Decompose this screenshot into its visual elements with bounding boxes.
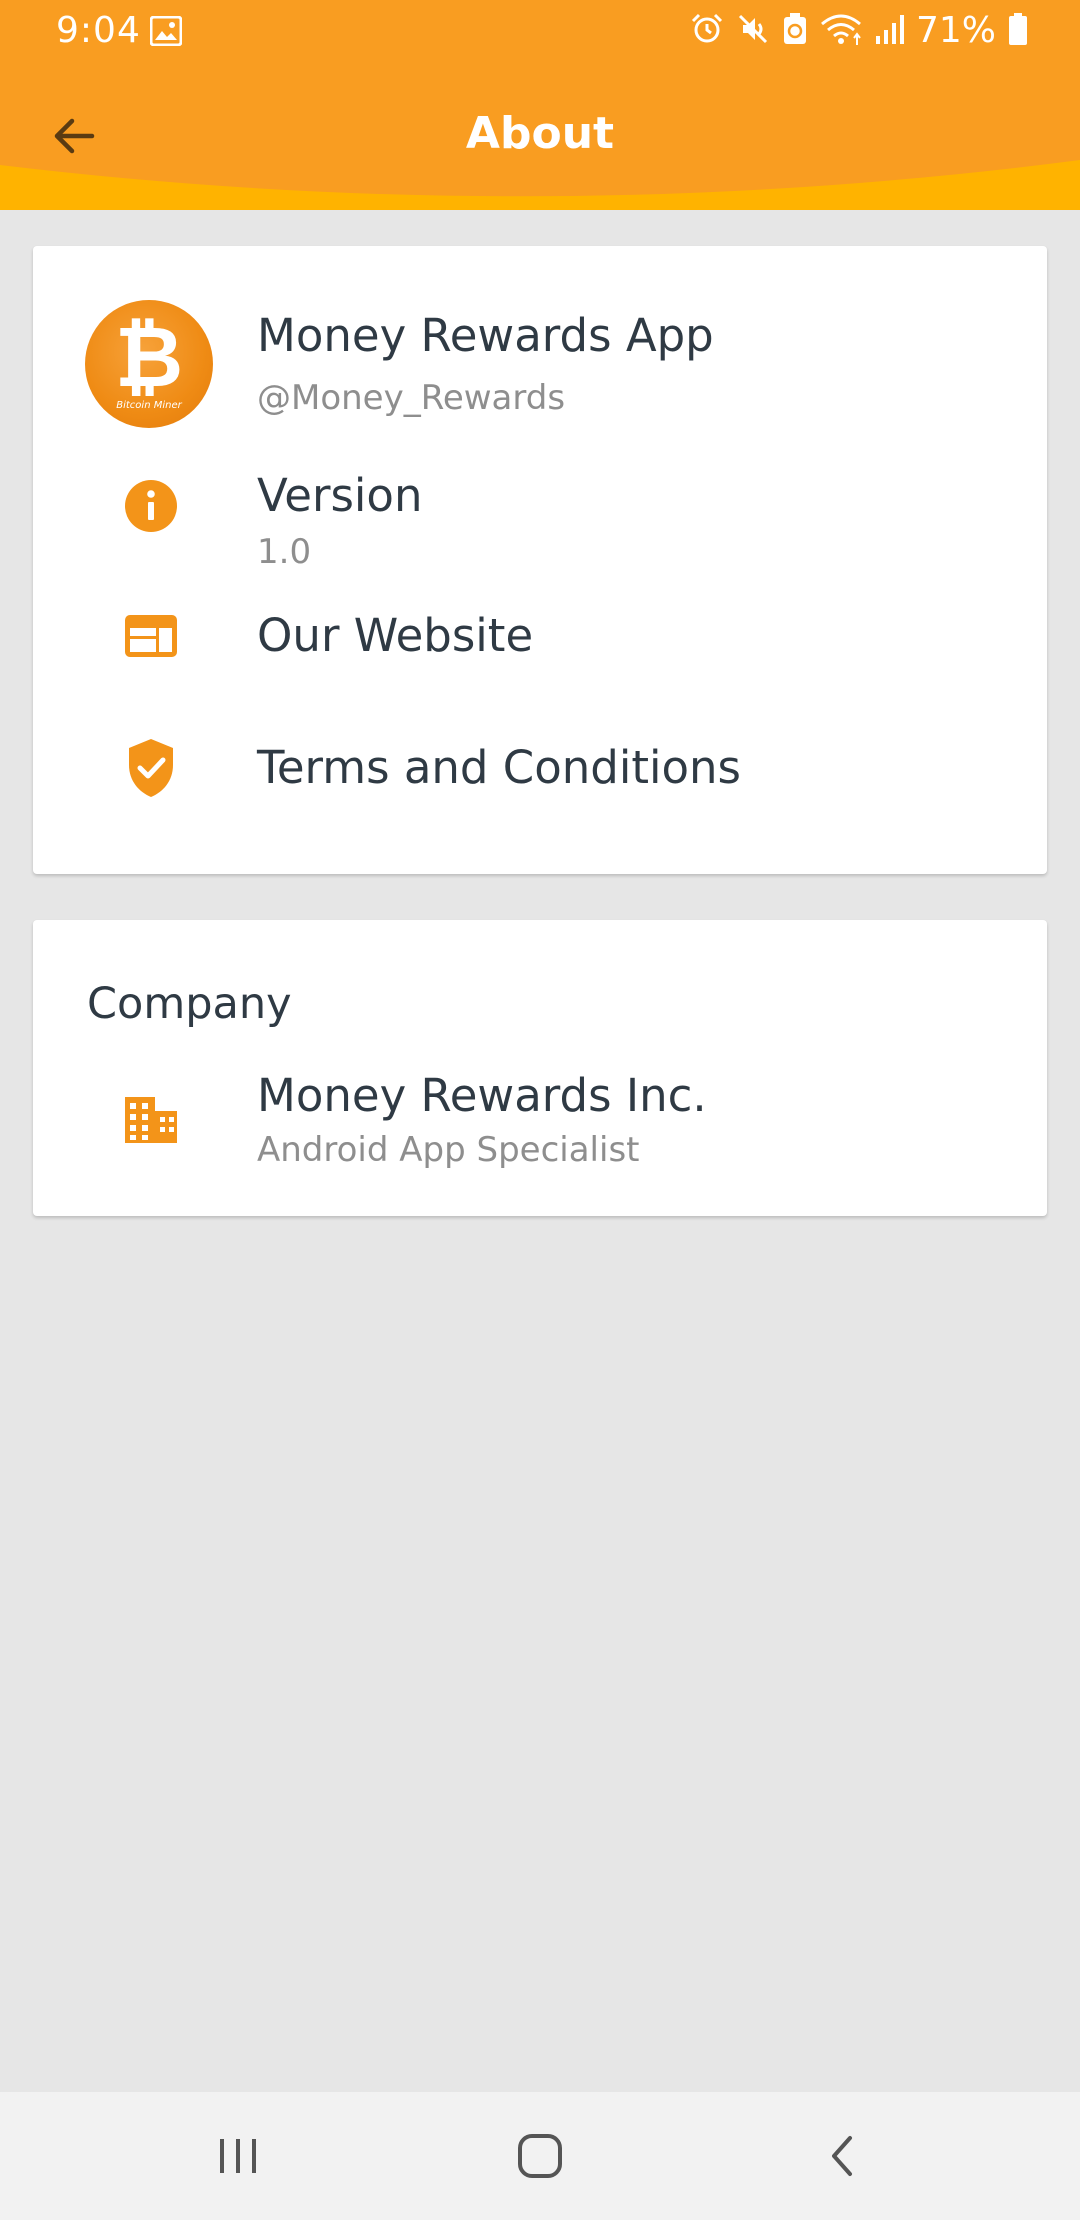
battery-percent: 71% — [915, 10, 996, 51]
nav-back-button[interactable] — [782, 2116, 902, 2196]
recents-button[interactable] — [178, 2116, 298, 2196]
home-button[interactable] — [480, 2116, 600, 2196]
app-name: Money Rewards App — [257, 309, 714, 362]
terms-label: Terms and Conditions — [257, 741, 741, 794]
about-card: ₿ Bitcoin Miner Money Rewards App @Money… — [33, 246, 1047, 874]
terms-row[interactable]: Terms and Conditions — [33, 706, 1047, 846]
website-label: Our Website — [257, 609, 534, 662]
wifi-icon — [820, 12, 862, 50]
app-bar: 9:04 71% About — [0, 0, 1080, 210]
gallery-icon — [149, 15, 183, 50]
version-value: 1.0 — [257, 532, 312, 572]
app-logo-caption: Bitcoin Miner — [116, 400, 182, 411]
app-handle: @Money_Rewards — [257, 378, 566, 418]
status-time: 9:04 — [56, 10, 141, 51]
shield-check-icon — [87, 728, 215, 808]
company-row[interactable]: Money Rewards Inc. Android App Specialis… — [33, 1069, 1047, 1200]
version-row[interactable]: Version 1.0 — [33, 446, 1047, 576]
battery-icon — [1008, 12, 1028, 50]
company-description: Android App Specialist — [257, 1130, 640, 1170]
web-icon — [87, 596, 215, 676]
recents-icon — [220, 2139, 256, 2173]
signal-icon — [874, 12, 904, 50]
info-icon — [87, 466, 215, 546]
app-info-row: ₿ Bitcoin Miner Money Rewards App @Money… — [33, 246, 1047, 446]
system-nav-bar — [0, 2092, 1080, 2220]
chevron-left-icon — [832, 2136, 852, 2176]
bitcoin-icon: ₿ — [114, 308, 184, 406]
version-label: Version — [257, 469, 423, 522]
company-heading: Company — [87, 979, 292, 1029]
mute-icon — [736, 12, 770, 50]
company-name: Money Rewards Inc. — [257, 1069, 707, 1122]
status-bar: 9:04 71% — [0, 0, 1080, 62]
app-logo: ₿ Bitcoin Miner — [85, 300, 213, 428]
website-row[interactable]: Our Website — [33, 576, 1047, 706]
home-icon — [518, 2134, 562, 2178]
building-icon — [87, 1070, 215, 1170]
alarm-icon — [690, 12, 724, 50]
battery-saver-icon — [782, 12, 808, 50]
page-title: About — [465, 108, 615, 159]
company-card: Company Money Rewards Inc. Android App S… — [33, 920, 1047, 1216]
status-icons: 71% — [690, 8, 1028, 54]
